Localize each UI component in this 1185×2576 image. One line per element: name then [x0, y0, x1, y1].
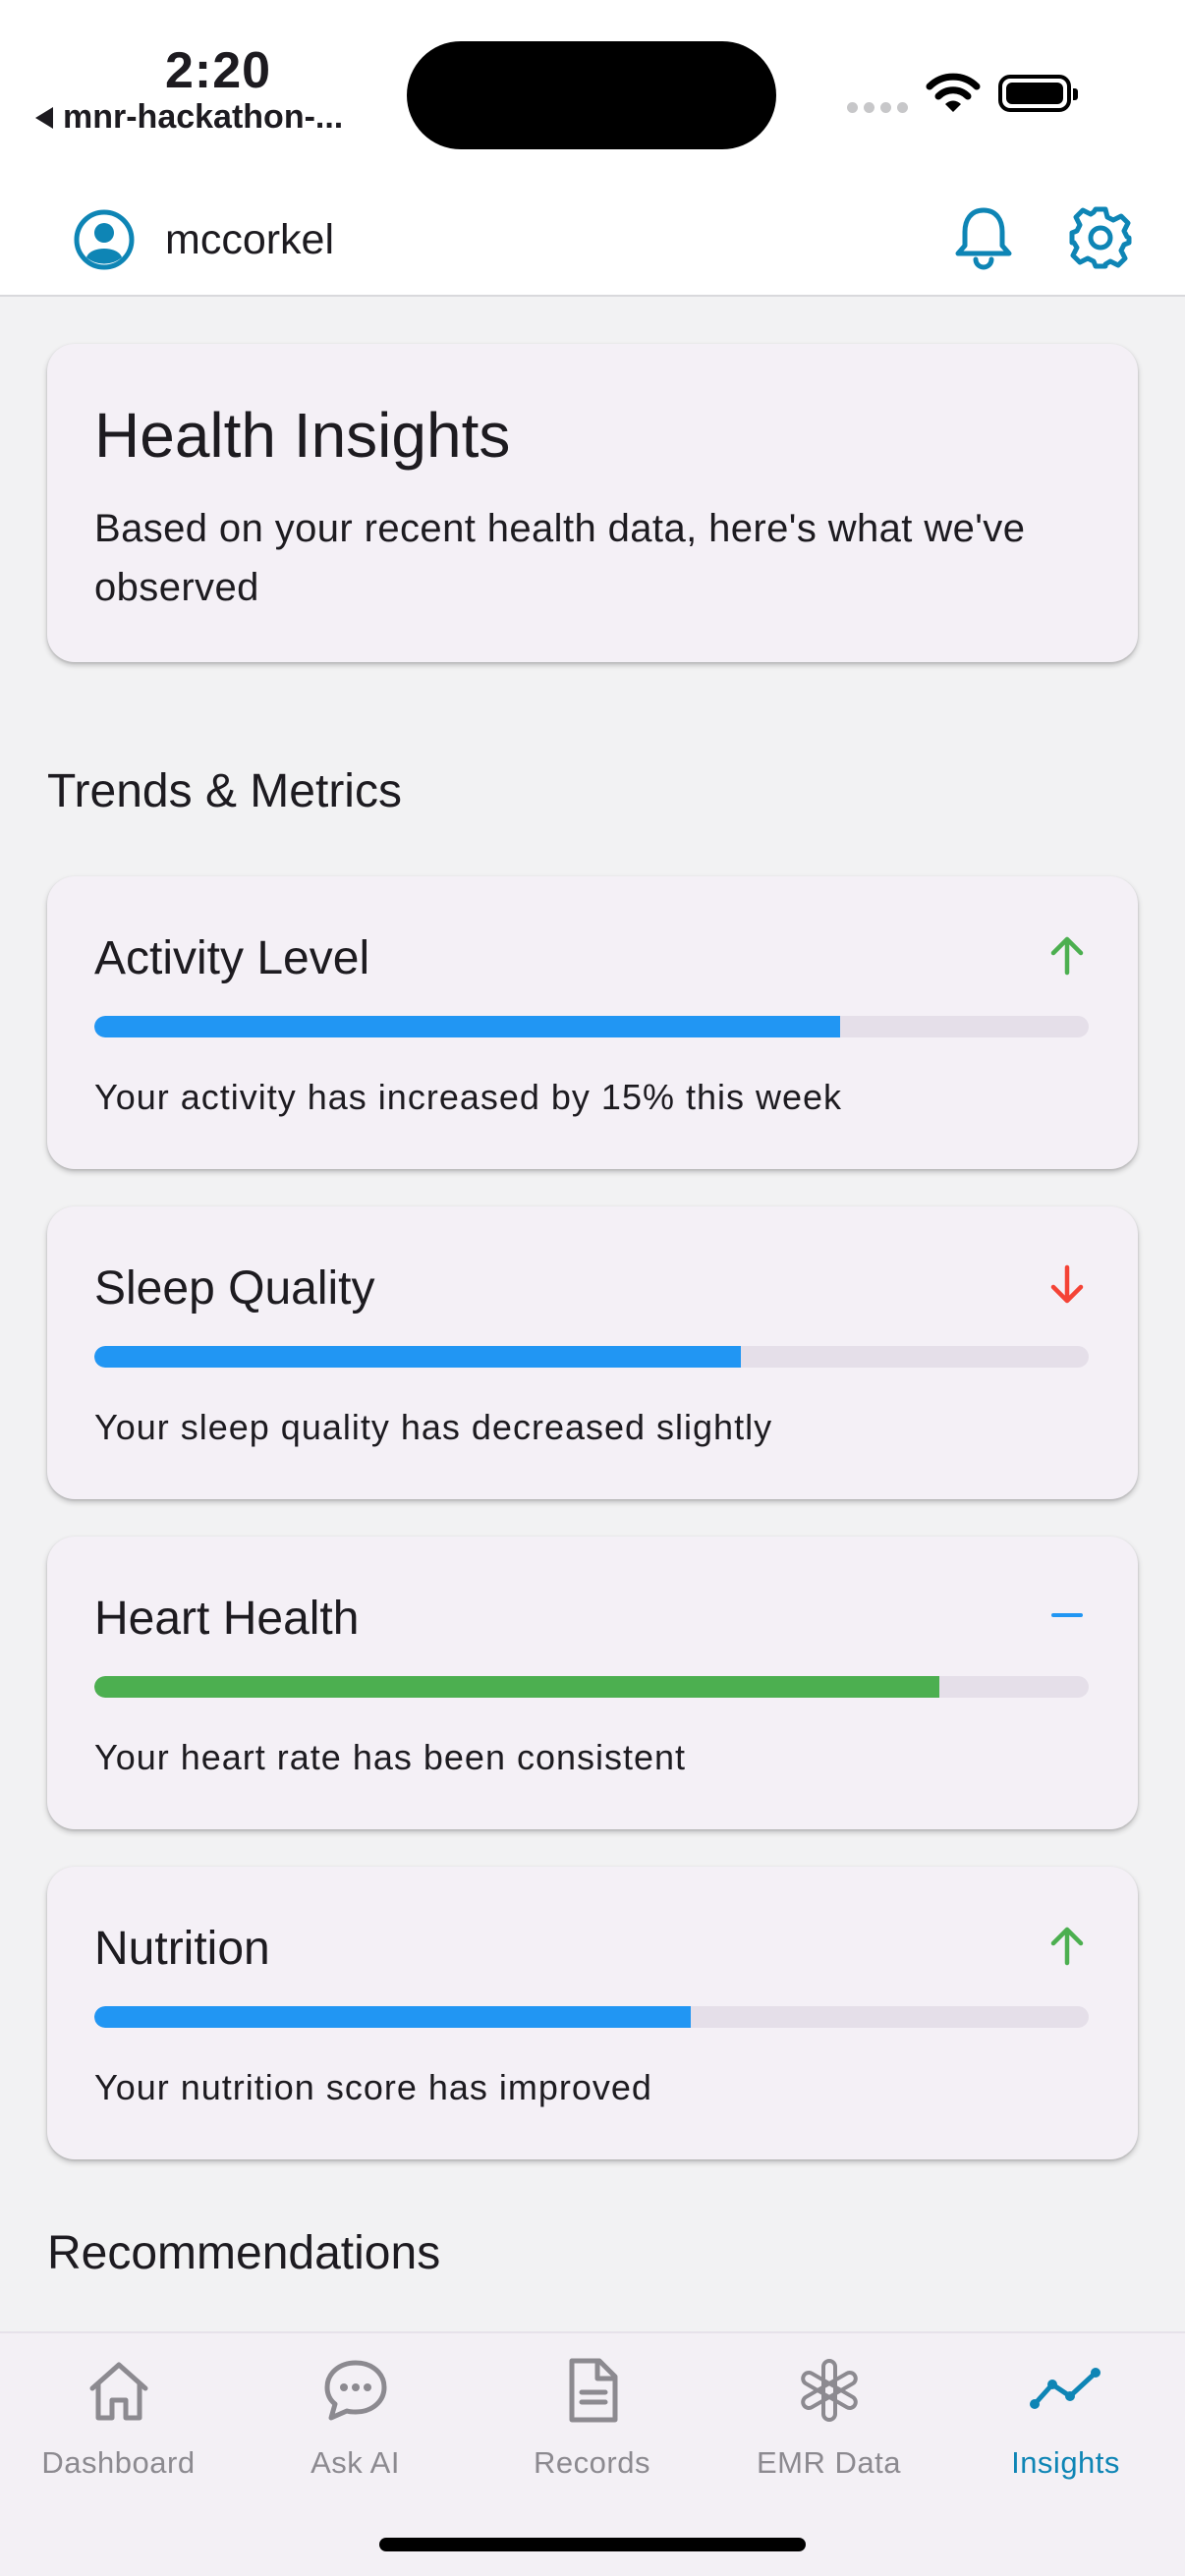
progress-bar — [94, 2006, 1089, 2028]
metric-description: Your activity has increased by 15% this … — [94, 1077, 843, 1117]
nav-label: Records — [534, 2445, 650, 2480]
cellular-signal-icon — [847, 102, 908, 113]
progress-fill — [94, 1346, 741, 1368]
dynamic-island — [407, 41, 776, 149]
gear-icon[interactable] — [1067, 204, 1134, 271]
nav-item-insights[interactable]: Insights — [947, 2333, 1184, 2500]
metric-card-activity[interactable]: Activity Level Your activity has increas… — [47, 876, 1138, 1169]
trends-section-title: Trends & Metrics — [47, 765, 402, 817]
username-label: mccorkel — [165, 216, 335, 263]
status-time: 2:20 — [165, 42, 272, 99]
app-header: mccorkel — [0, 177, 1185, 297]
arrow-down-icon — [1050, 1264, 1084, 1304]
progress-bar — [94, 1016, 1089, 1037]
progress-fill — [94, 1016, 840, 1037]
metric-title: Heart Health — [94, 1593, 360, 1645]
health-insights-title: Health Insights — [94, 400, 511, 471]
home-indicator — [379, 2538, 806, 2551]
back-to-app-link[interactable]: mnr-hackathon-... — [35, 98, 343, 137]
progress-fill — [94, 1676, 940, 1698]
progress-bar — [94, 1676, 1089, 1698]
nav-label: EMR Data — [757, 2445, 901, 2480]
health-insights-card: Health Insights Based on your recent hea… — [47, 344, 1138, 662]
health-insights-description: Based on your recent health data, here's… — [94, 507, 1026, 609]
metric-description: Your heart rate has been consistent — [94, 1737, 687, 1777]
nav-item-dashboard[interactable]: Dashboard — [0, 2333, 237, 2500]
bell-icon[interactable] — [951, 204, 1016, 271]
nav-label: Insights — [1011, 2445, 1120, 2480]
metric-card-heart[interactable]: Heart Health Your heart rate has been co… — [47, 1537, 1138, 1829]
metric-title: Activity Level — [94, 932, 370, 984]
nav-item-ask-ai[interactable]: Ask AI — [237, 2333, 474, 2500]
medical-icon — [800, 2359, 858, 2422]
arrow-up-icon — [1050, 1927, 1084, 1966]
metric-card-nutrition[interactable]: Nutrition Your nutrition score has impro… — [47, 1867, 1138, 2159]
nav-label: Dashboard — [41, 2445, 196, 2480]
chat-icon — [324, 2360, 386, 2421]
metric-description: Your sleep quality has decreased slightl… — [94, 1407, 773, 1447]
wifi-icon — [926, 73, 981, 112]
document-icon — [569, 2358, 617, 2423]
dash-icon — [1051, 1613, 1083, 1617]
user-avatar-icon[interactable] — [73, 208, 136, 271]
trend-icon — [1029, 2368, 1100, 2409]
nav-item-records[interactable]: Records — [474, 2333, 710, 2500]
metric-title: Sleep Quality — [94, 1262, 375, 1315]
metric-description: Your nutrition score has improved — [94, 2067, 652, 2107]
nav-label: Ask AI — [310, 2445, 400, 2480]
arrow-up-icon — [1050, 936, 1084, 976]
back-app-label: mnr-hackathon-... — [63, 98, 344, 136]
nav-item-emr-data[interactable]: EMR Data — [710, 2333, 947, 2500]
progress-fill — [94, 2006, 692, 2028]
battery-icon — [998, 75, 1078, 112]
recommendations-section-title: Recommendations — [47, 2227, 441, 2279]
metric-card-sleep[interactable]: Sleep Quality Your sleep quality has dec… — [47, 1206, 1138, 1499]
metric-title: Nutrition — [94, 1923, 270, 1975]
back-arrow-icon — [35, 106, 53, 129]
progress-bar — [94, 1346, 1089, 1368]
home-icon — [89, 2362, 147, 2421]
status-bar: 2:20 mnr-hackathon-... — [0, 0, 1185, 177]
